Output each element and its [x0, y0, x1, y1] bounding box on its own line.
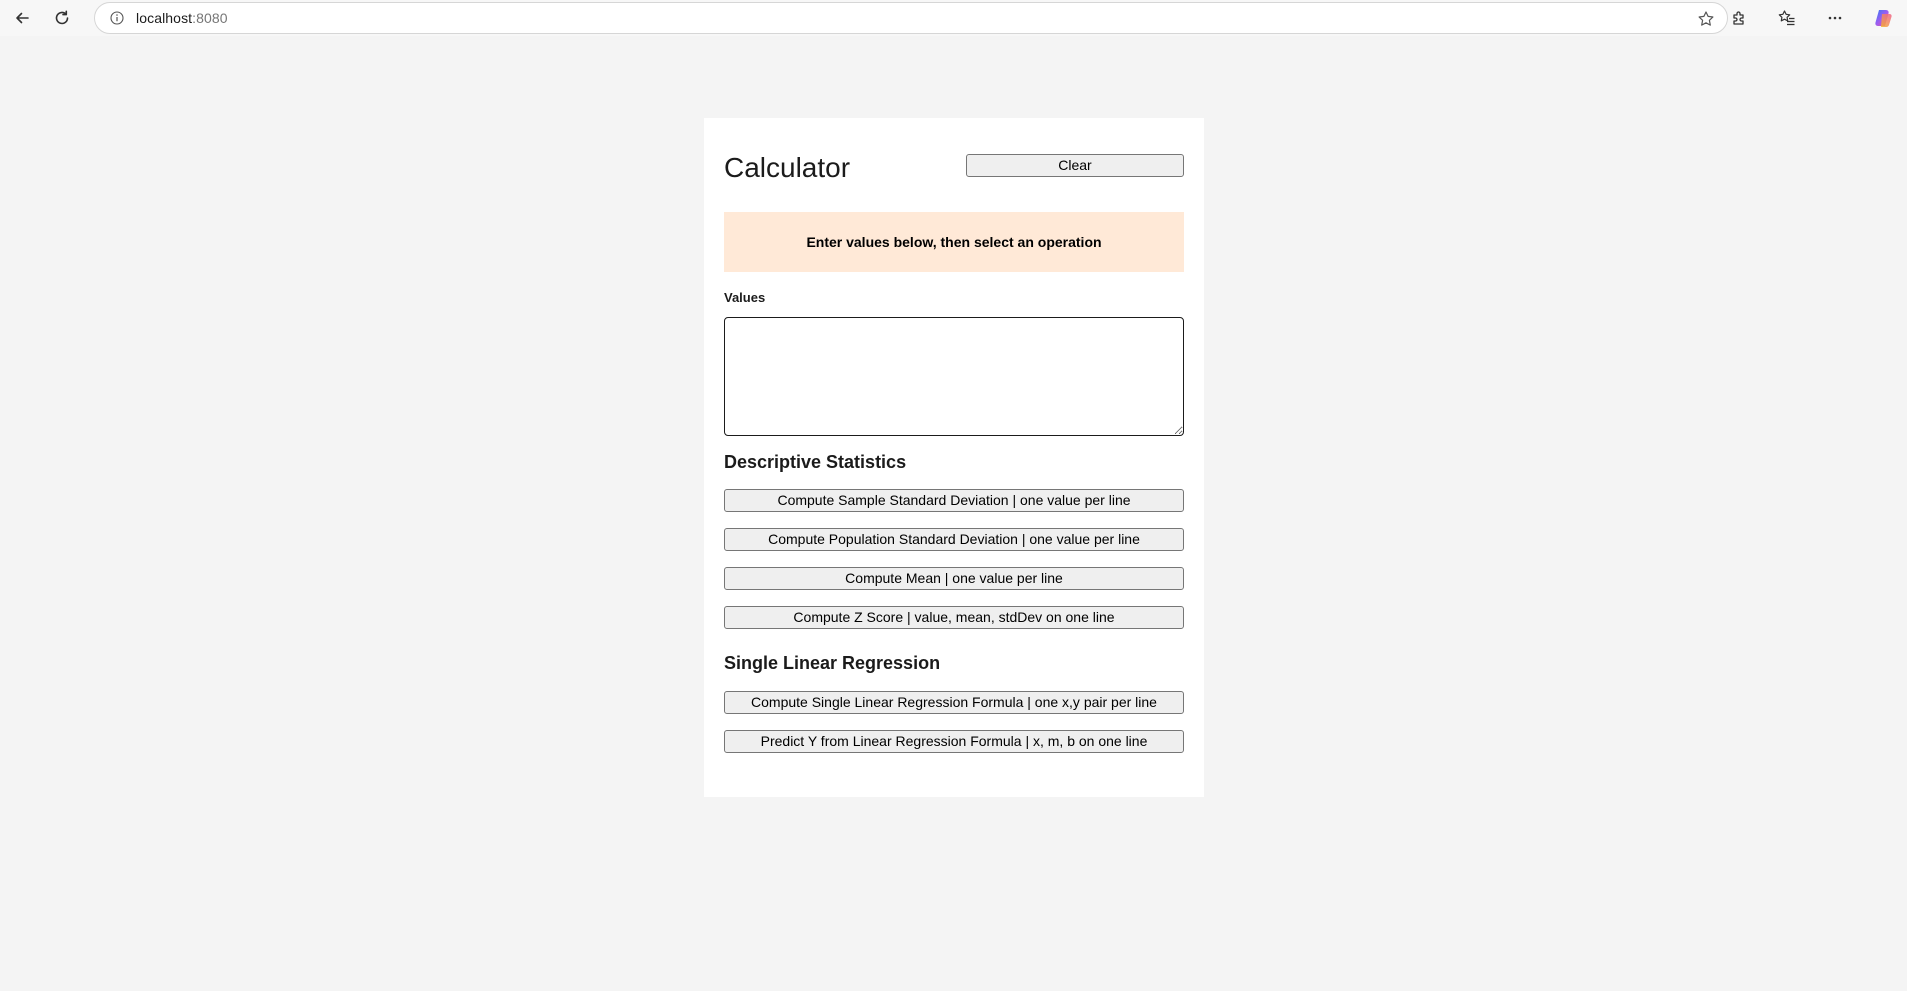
regression-formula-button[interactable]: Compute Single Linear Regression Formula… — [724, 691, 1184, 714]
linear-regression-heading: Single Linear Regression — [724, 653, 941, 673]
url-port: :8080 — [192, 10, 228, 26]
favorite-star-icon[interactable] — [1697, 10, 1715, 28]
predict-y-button[interactable]: Predict Y from Linear Regression Formula… — [724, 730, 1184, 753]
page-title: Calculator — [724, 152, 851, 183]
more-menu-button[interactable] — [1811, 0, 1859, 36]
instruction-notice: Enter values below, then select an opera… — [724, 212, 1184, 272]
puzzle-icon — [1733, 11, 1744, 25]
extensions-button[interactable] — [1715, 0, 1763, 36]
clear-button[interactable]: Clear — [966, 154, 1184, 177]
values-label: Values — [724, 290, 766, 305]
back-arrow-icon — [16, 12, 29, 24]
address-bar[interactable]: localhost:8080 — [94, 2, 1728, 34]
browser-toolbar: localhost:8080 — [0, 0, 1907, 36]
refresh-icon — [55, 10, 69, 25]
descriptive-statistics-heading: Descriptive Statistics — [724, 452, 907, 472]
url-text[interactable]: localhost:8080 — [136, 10, 228, 26]
mean-button[interactable]: Compute Mean | one value per line — [724, 567, 1184, 590]
calculator-card: Calculator Clear Enter values below, the… — [704, 118, 1204, 797]
population-std-dev-button[interactable]: Compute Population Standard Deviation | … — [724, 528, 1184, 551]
refresh-button[interactable] — [42, 0, 82, 36]
url-host: localhost — [136, 10, 193, 26]
browser-toolbar-right — [1715, 0, 1907, 36]
sample-std-dev-button[interactable]: Compute Sample Standard Deviation | one … — [724, 489, 1184, 512]
copilot-button[interactable] — [1859, 0, 1907, 36]
values-textarea[interactable] — [724, 317, 1184, 436]
site-info-icon[interactable] — [110, 11, 124, 25]
favorites-button[interactable] — [1763, 0, 1811, 36]
copilot-icon — [1875, 10, 1892, 27]
back-button[interactable] — [2, 0, 42, 36]
favorites-list-icon — [1778, 10, 1795, 26]
more-dots-icon — [1828, 16, 1842, 20]
z-score-button[interactable]: Compute Z Score | value, mean, stdDev on… — [724, 606, 1184, 629]
